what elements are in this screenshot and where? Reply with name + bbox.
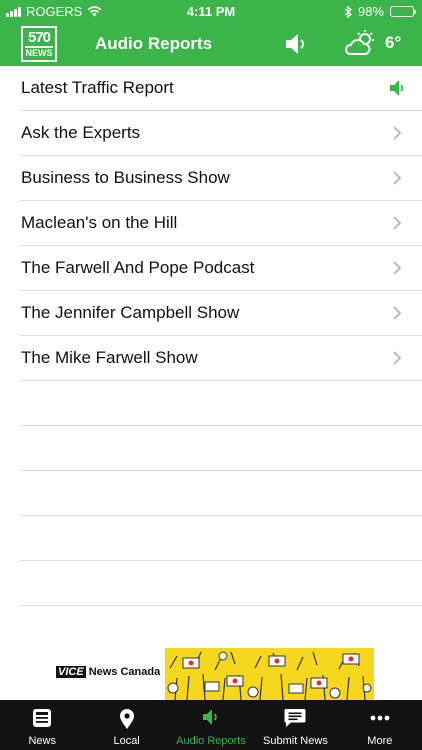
list-item-the-farwell-and-pope-podcast[interactable]: The Farwell And Pope Podcast bbox=[20, 246, 422, 291]
tab-local[interactable]: Local bbox=[84, 700, 168, 750]
ad-banner[interactable]: VICE News Canada bbox=[0, 648, 422, 700]
newspaper-icon bbox=[33, 709, 52, 727]
list-item-business-to-business-show[interactable]: Business to Business Show bbox=[20, 156, 422, 201]
chevron-right-icon bbox=[393, 126, 402, 140]
empty-row bbox=[20, 516, 422, 561]
list-item-the-jennifer-campbell-show[interactable]: The Jennifer Campbell Show bbox=[20, 291, 422, 336]
page-title: Audio Reports bbox=[95, 34, 213, 53]
speaker-icon bbox=[203, 709, 217, 725]
list-item-label: Business to Business Show bbox=[21, 168, 230, 187]
tab-label: Audio Reports bbox=[176, 735, 246, 747]
list-item-label: The Mike Farwell Show bbox=[21, 348, 198, 367]
list-item-label: Latest Traffic Report bbox=[21, 78, 174, 97]
tab-label: Local bbox=[113, 735, 140, 747]
list-item-latest-traffic-report[interactable]: Latest Traffic Report bbox=[20, 66, 422, 111]
bluetooth-icon bbox=[344, 5, 352, 18]
list-item-macleans-on-the-hill[interactable]: Maclean's on the Hill bbox=[20, 201, 422, 246]
audio-reports-list: Latest Traffic Report Ask the Experts Bu… bbox=[0, 66, 422, 651]
logo-word: NEWS bbox=[25, 46, 53, 58]
partly-sunny-icon bbox=[345, 30, 374, 55]
empty-row bbox=[20, 381, 422, 426]
status-right: 98% bbox=[344, 4, 416, 19]
ad-brand: VICE News Canada bbox=[56, 666, 160, 678]
battery-percent: 98% bbox=[357, 4, 384, 19]
list-item-label: The Farwell And Pope Podcast bbox=[21, 258, 255, 277]
status-bar: ROGERS 4:11 PM 98% bbox=[0, 0, 422, 22]
more-dots-icon bbox=[370, 715, 390, 721]
empty-row bbox=[20, 471, 422, 516]
empty-row bbox=[20, 561, 422, 606]
message-icon bbox=[284, 709, 306, 727]
temperature: 6° bbox=[385, 33, 402, 52]
list-item-the-mike-farwell-show[interactable]: The Mike Farwell Show bbox=[20, 336, 422, 381]
list-item-label: Ask the Experts bbox=[21, 123, 141, 142]
volume-icon[interactable] bbox=[284, 32, 310, 56]
logo-number: 570 bbox=[27, 29, 51, 46]
weather-widget[interactable]: 6° bbox=[345, 30, 401, 56]
chevron-right-icon bbox=[393, 261, 402, 275]
tab-audio-reports[interactable]: Audio Reports bbox=[169, 700, 253, 750]
tab-label: More bbox=[367, 735, 393, 747]
station-logo: 570 NEWS bbox=[21, 26, 57, 62]
tab-more[interactable]: More bbox=[338, 700, 422, 750]
crowd-illustration bbox=[167, 651, 372, 700]
list-item-label: Maclean's on the Hill bbox=[21, 213, 178, 232]
ad-brand-name: News Canada bbox=[88, 666, 161, 678]
vice-logo: VICE bbox=[56, 666, 86, 678]
chevron-right-icon bbox=[393, 306, 402, 320]
location-pin-icon bbox=[119, 709, 134, 729]
tab-news[interactable]: News bbox=[0, 700, 84, 750]
tab-bar: News Local Audio Reports Submit News Mor… bbox=[0, 700, 422, 750]
tab-label: News bbox=[28, 735, 56, 747]
empty-row bbox=[20, 426, 422, 471]
tab-submit-news[interactable]: Submit News bbox=[253, 700, 337, 750]
empty-row bbox=[20, 606, 422, 651]
nav-bar: 570 NEWS Audio Reports 6° bbox=[0, 22, 422, 66]
speaker-icon bbox=[390, 80, 404, 96]
chevron-right-icon bbox=[393, 171, 402, 185]
ad-image bbox=[165, 648, 374, 700]
chevron-right-icon bbox=[393, 351, 402, 365]
list-item-ask-the-experts[interactable]: Ask the Experts bbox=[20, 111, 422, 156]
chevron-right-icon bbox=[393, 216, 402, 230]
tab-label: Submit News bbox=[263, 735, 328, 747]
list-item-label: The Jennifer Campbell Show bbox=[21, 303, 240, 322]
battery-icon bbox=[390, 6, 416, 17]
